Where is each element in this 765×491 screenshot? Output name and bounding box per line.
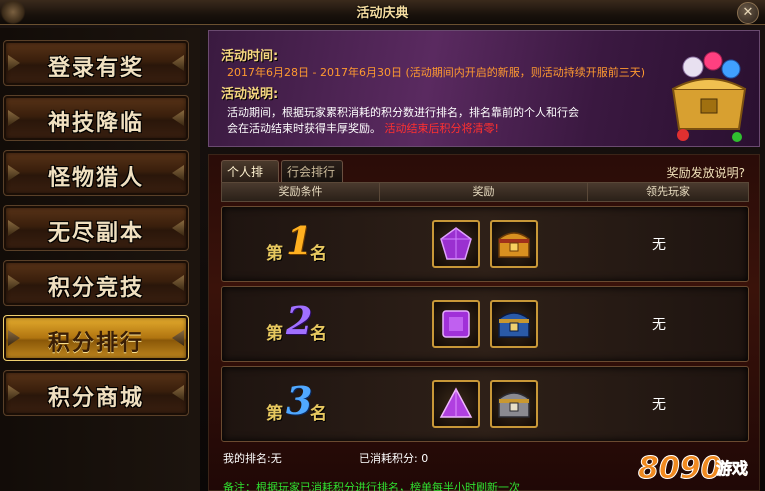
event-time-text: 2017年6月28日 - 2017年6月30日 (活动期间内开启的新服，则活动持… (227, 65, 645, 81)
rank-number: 1 (286, 218, 313, 263)
tab-guild-ranking[interactable]: 行会排行 (281, 160, 343, 182)
table-row: 第 2 名 无 (221, 286, 749, 362)
sidebar-item-label: 登录有奖 (47, 56, 144, 81)
sidebar-item-divine-skill[interactable]: 神技降临 (3, 95, 189, 141)
game-window: 活动庆典 ✕ 登录有奖 神技降临 怪物猎人 无尽副本 积分竞技 积分排行 积分商… (0, 0, 765, 491)
consumed-points-label: 已消耗积分: (359, 452, 418, 465)
rank-label: 第 3 名 (266, 379, 346, 429)
sidebar-item-label: 无尽副本 (47, 221, 144, 246)
table-row: 第 1 名 无 (221, 206, 749, 282)
consumed-points-value: 0 (421, 452, 429, 465)
event-desc-line-1: 活动期间，根据玩家累积消耗的积分数进行排名，排名靠前的个人和行会 (227, 106, 579, 119)
my-rank-label: 我的排名: (223, 452, 271, 465)
sidebar-item-label: 积分商城 (47, 386, 144, 411)
leading-player: 无 (652, 397, 666, 413)
rank-prefix: 第 (266, 244, 283, 264)
close-icon[interactable]: ✕ (737, 2, 759, 24)
event-warning-text: 活动结束后积分将清零! (384, 122, 499, 135)
silver-chest-icon[interactable] (490, 380, 538, 428)
rank-suffix: 名 (310, 244, 327, 264)
purple-triangle-gem-icon[interactable] (432, 380, 480, 428)
column-header-leader: 领先玩家 (646, 185, 690, 198)
sidebar-item-monster-hunter[interactable]: 怪物猎人 (3, 150, 189, 196)
sidebar-item-label: 怪物猎人 (47, 166, 144, 191)
svg-text:8090: 8090 (638, 451, 722, 486)
rank-number: 2 (286, 298, 313, 343)
rank-number: 3 (286, 378, 313, 423)
title-bar: 活动庆典 ✕ (0, 0, 765, 25)
my-rank-value: 无 (270, 452, 282, 465)
svg-text:游戏: 游戏 (716, 459, 748, 478)
rank-label: 第 2 名 (266, 299, 346, 349)
purple-square-gem-icon[interactable] (432, 300, 480, 348)
event-time-note: (活动期间内开启的新服，则活动持续开服前三天) (405, 66, 646, 79)
event-time-heading: 活动时间: (221, 49, 279, 64)
table-header: 奖励条件 奖励 领先玩家 (221, 182, 749, 202)
rank-suffix: 名 (310, 404, 327, 424)
leading-player: 无 (652, 317, 666, 333)
event-desc-line-2: 会在活动结束时获得丰厚奖励。 活动结束后积分将清零! (227, 121, 499, 137)
leading-player: 无 (652, 237, 666, 253)
column-header-condition: 奖励条件 (222, 183, 380, 201)
sidebar-item-label: 神技降临 (47, 111, 144, 136)
event-desc-heading: 活动说明: (221, 87, 279, 102)
table-row: 第 3 名 无 (221, 366, 749, 442)
sidebar-item-endless-dungeon[interactable]: 无尽副本 (3, 205, 189, 251)
golden-chest-icon[interactable] (490, 220, 538, 268)
rank-label: 第 1 名 (266, 219, 346, 269)
blue-chest-icon[interactable] (490, 300, 538, 348)
consumed-points: 已消耗积分: 0 (359, 450, 428, 466)
sidebar: 登录有奖 神技降临 怪物猎人 无尽副本 积分竞技 积分排行 积分商城 (0, 28, 200, 491)
sidebar-item-login-reward[interactable]: 登录有奖 (3, 40, 189, 86)
rank-prefix: 第 (266, 324, 283, 344)
sidebar-item-label: 积分竞技 (47, 276, 144, 301)
treasure-chest-icon (671, 51, 747, 142)
window-title: 活动庆典 (356, 6, 409, 21)
reward-help-link[interactable]: 奖励发放说明? (667, 164, 745, 181)
sidebar-item-points-shop[interactable]: 积分商城 (3, 370, 189, 416)
my-rank: 我的排名:无 (223, 450, 282, 466)
rank-prefix: 第 (266, 404, 283, 424)
event-desc-text: 会在活动结束时获得丰厚奖励。 (227, 122, 381, 135)
event-date-range: 2017年6月28日 - 2017年6月30日 (227, 66, 402, 79)
site-watermark-logo: 8090 游戏 (638, 451, 749, 487)
tab-personal-ranking[interactable]: 个人排行 (221, 160, 279, 201)
sidebar-item-points-arena[interactable]: 积分竞技 (3, 260, 189, 306)
purple-gem-icon[interactable] (432, 220, 480, 268)
rank-suffix: 名 (310, 324, 327, 344)
ranking-note: 备注：根据玩家已消耗积分进行排名，榜单每半小时刷新一次 (223, 481, 520, 491)
column-header-reward: 奖励 (380, 183, 588, 201)
event-info-banner: 活动时间: 2017年6月28日 - 2017年6月30日 (活动期间内开启的新… (208, 30, 760, 147)
sidebar-item-label: 积分排行 (47, 331, 144, 356)
sidebar-item-points-ranking[interactable]: 积分排行 (3, 315, 189, 361)
